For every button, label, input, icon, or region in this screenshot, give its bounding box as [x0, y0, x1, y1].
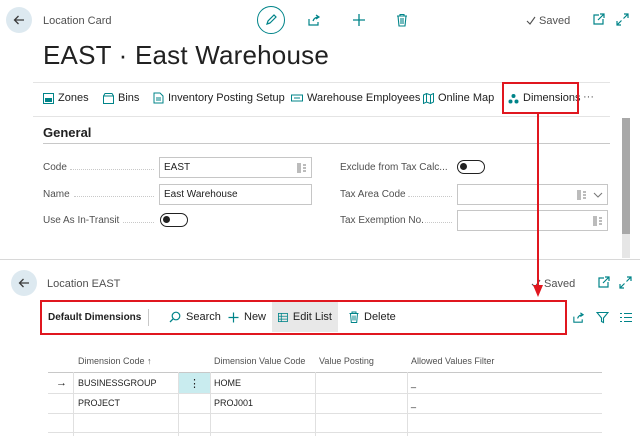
- plus-icon: [353, 14, 365, 26]
- share-list-button[interactable]: [572, 311, 585, 324]
- open-in-new-icon: [593, 13, 605, 25]
- filter-icon: [596, 311, 609, 324]
- online-map-icon: [423, 92, 434, 104]
- grid-line: [48, 432, 602, 433]
- action-zones[interactable]: Zones: [43, 90, 89, 106]
- action-inventory-posting-setup[interactable]: Inventory Posting Setup: [153, 90, 285, 106]
- dimension-code-cell[interactable]: BUSINESSGROUP: [78, 378, 157, 388]
- new-button[interactable]: [352, 13, 366, 27]
- back-button[interactable]: [6, 7, 32, 33]
- code-value: EAST: [164, 162, 191, 173]
- assist-edit-icon: [593, 216, 602, 226]
- dimensions-highlight-box: [502, 82, 579, 114]
- list-expand-button[interactable]: [619, 276, 632, 289]
- exclude-tax-toggle[interactable]: [457, 160, 485, 174]
- leader-dots: [123, 222, 154, 223]
- annotation-arrow: [533, 113, 543, 297]
- action-bins[interactable]: Bins: [103, 90, 139, 106]
- list-view-icon: [620, 312, 632, 323]
- leader-dots: [74, 196, 154, 197]
- assist-edit-icon: [297, 163, 306, 173]
- checkmark-icon: [526, 16, 536, 25]
- inventory-posting-setup-icon: [153, 92, 164, 104]
- action-label: Bins: [118, 92, 140, 104]
- edit-button[interactable]: [257, 6, 285, 34]
- name-value: East Warehouse: [164, 189, 238, 200]
- exclude-tax-label: Exclude from Tax Calc...: [340, 162, 448, 173]
- expand-icon: [619, 276, 632, 289]
- share-icon: [573, 312, 585, 323]
- grid-line: [48, 413, 602, 414]
- assist-edit-icon: [577, 190, 586, 200]
- trash-icon: [397, 13, 407, 27]
- bins-icon: [103, 92, 114, 104]
- column-header-dimension-code[interactable]: Dimension Code ↑: [78, 356, 152, 366]
- section-title-general[interactable]: General: [43, 125, 91, 140]
- in-transit-label: Use As In-Transit: [43, 215, 120, 226]
- allowed-values-filter-cell[interactable]: _: [411, 398, 416, 408]
- page-caption: Location Card: [43, 15, 112, 27]
- section-underline: [43, 143, 610, 144]
- open-new-window-button[interactable]: [592, 13, 605, 26]
- name-field[interactable]: East Warehouse: [159, 184, 312, 205]
- allowed-values-filter-cell[interactable]: _: [411, 378, 416, 388]
- dimension-value-code-cell[interactable]: HOME: [214, 378, 241, 388]
- table-row[interactable]: [48, 394, 602, 413]
- column-header-dimension-value-code[interactable]: Dimension Value Code: [214, 356, 305, 366]
- action-label: Inventory Posting Setup: [168, 92, 285, 104]
- page-title: EAST · East Warehouse: [43, 40, 329, 70]
- action-label: Online Map: [438, 92, 495, 104]
- toggle-knob: [460, 163, 467, 170]
- expand-icon: [616, 13, 629, 26]
- leader-dots: [408, 196, 452, 197]
- column-header-allowed-values-filter[interactable]: Allowed Values Filter: [411, 356, 494, 366]
- filter-button[interactable]: [596, 311, 609, 324]
- saved-label: Saved: [544, 278, 576, 290]
- action-label: Zones: [58, 92, 89, 104]
- chevron-down-icon[interactable]: [593, 191, 603, 199]
- divider: [33, 116, 610, 117]
- column-header-value-posting[interactable]: Value Posting: [319, 356, 374, 366]
- action-online-map[interactable]: Online Map: [423, 90, 494, 106]
- toolbar-highlight-box: [40, 300, 567, 335]
- open-in-new-icon: [598, 276, 610, 288]
- tax-exemption-label: Tax Exemption No.: [340, 215, 424, 226]
- name-label: Name: [43, 189, 70, 200]
- row-actions-button[interactable]: ⋮: [179, 373, 210, 393]
- action-warehouse-employees[interactable]: Warehouse Employees: [291, 90, 420, 106]
- saved-status: Saved: [526, 15, 570, 27]
- scrollbar-thumb[interactable]: [622, 118, 630, 234]
- list-back-button[interactable]: [11, 270, 37, 296]
- in-transit-toggle[interactable]: [160, 213, 188, 227]
- code-label: Code: [43, 162, 67, 173]
- more-actions-button[interactable]: ···: [583, 91, 594, 103]
- zones-icon: [43, 92, 54, 104]
- warehouse-employees-icon: [291, 94, 303, 101]
- dimension-code-cell[interactable]: PROJECT: [78, 398, 120, 408]
- arrow-left-icon: [18, 278, 29, 288]
- share-icon: [308, 14, 321, 26]
- dimension-value-code-cell[interactable]: PROJ001: [214, 398, 253, 408]
- list-view-button[interactable]: [620, 312, 632, 323]
- leader-dots: [425, 222, 452, 223]
- arrow-left-icon: [13, 15, 24, 25]
- list-caption: Location EAST: [47, 278, 121, 290]
- expand-button[interactable]: [616, 13, 629, 26]
- leader-dots: [70, 169, 154, 170]
- current-row-indicator: →: [56, 377, 67, 389]
- code-field[interactable]: EAST: [159, 157, 312, 178]
- saved-label: Saved: [539, 15, 571, 27]
- delete-button[interactable]: [396, 13, 408, 27]
- pencil-icon: [266, 14, 277, 25]
- list-open-new-window-button[interactable]: [597, 276, 610, 289]
- tax-area-label: Tax Area Code: [340, 189, 406, 200]
- share-button[interactable]: [307, 13, 321, 27]
- toggle-knob: [163, 216, 170, 223]
- action-label: Warehouse Employees: [307, 92, 421, 104]
